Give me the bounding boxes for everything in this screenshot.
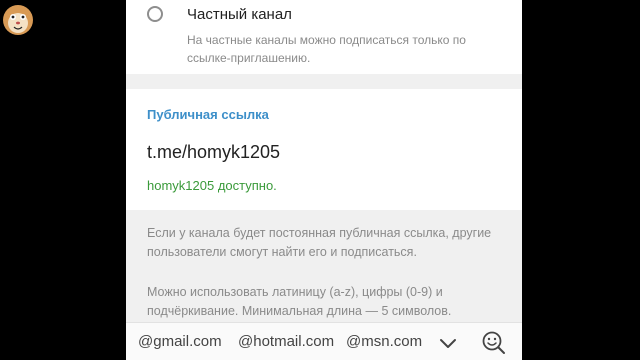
private-channel-description: На частные каналы можно подписаться толь… [187, 33, 466, 65]
allowed-characters-info-text: Можно использовать латиницу (a-z), цифры… [147, 285, 452, 318]
suggestion-msn[interactable]: @msn.com [346, 333, 422, 350]
link-availability-status: homyk1205 доступно. [147, 178, 277, 193]
public-link-card: Публичная ссылка t.me/homyk1205 homyk120… [126, 89, 522, 210]
chevron-down-icon[interactable] [438, 333, 458, 353]
public-link-title: Публичная ссылка [147, 107, 269, 122]
public-link-info-text: Если у канала будет постоянная публичная… [147, 226, 492, 259]
channel-type-card: Частный канал На частные каналы можно по… [126, 0, 522, 74]
keyboard-suggestion-bar: @gmail.com @hotmail.com @msn.com [126, 322, 522, 360]
private-channel-label[interactable]: Частный канал [187, 6, 292, 23]
suggestion-hotmail[interactable]: @hotmail.com [238, 333, 334, 350]
public-link-input[interactable]: t.me/homyk1205 [147, 142, 280, 163]
emoji-search-icon[interactable] [481, 330, 507, 356]
private-channel-radio[interactable] [147, 6, 163, 22]
hamster-logo-icon [3, 5, 33, 35]
suggestion-gmail[interactable]: @gmail.com [138, 333, 222, 350]
phone-screen: Частный канал На частные каналы можно по… [126, 0, 522, 360]
